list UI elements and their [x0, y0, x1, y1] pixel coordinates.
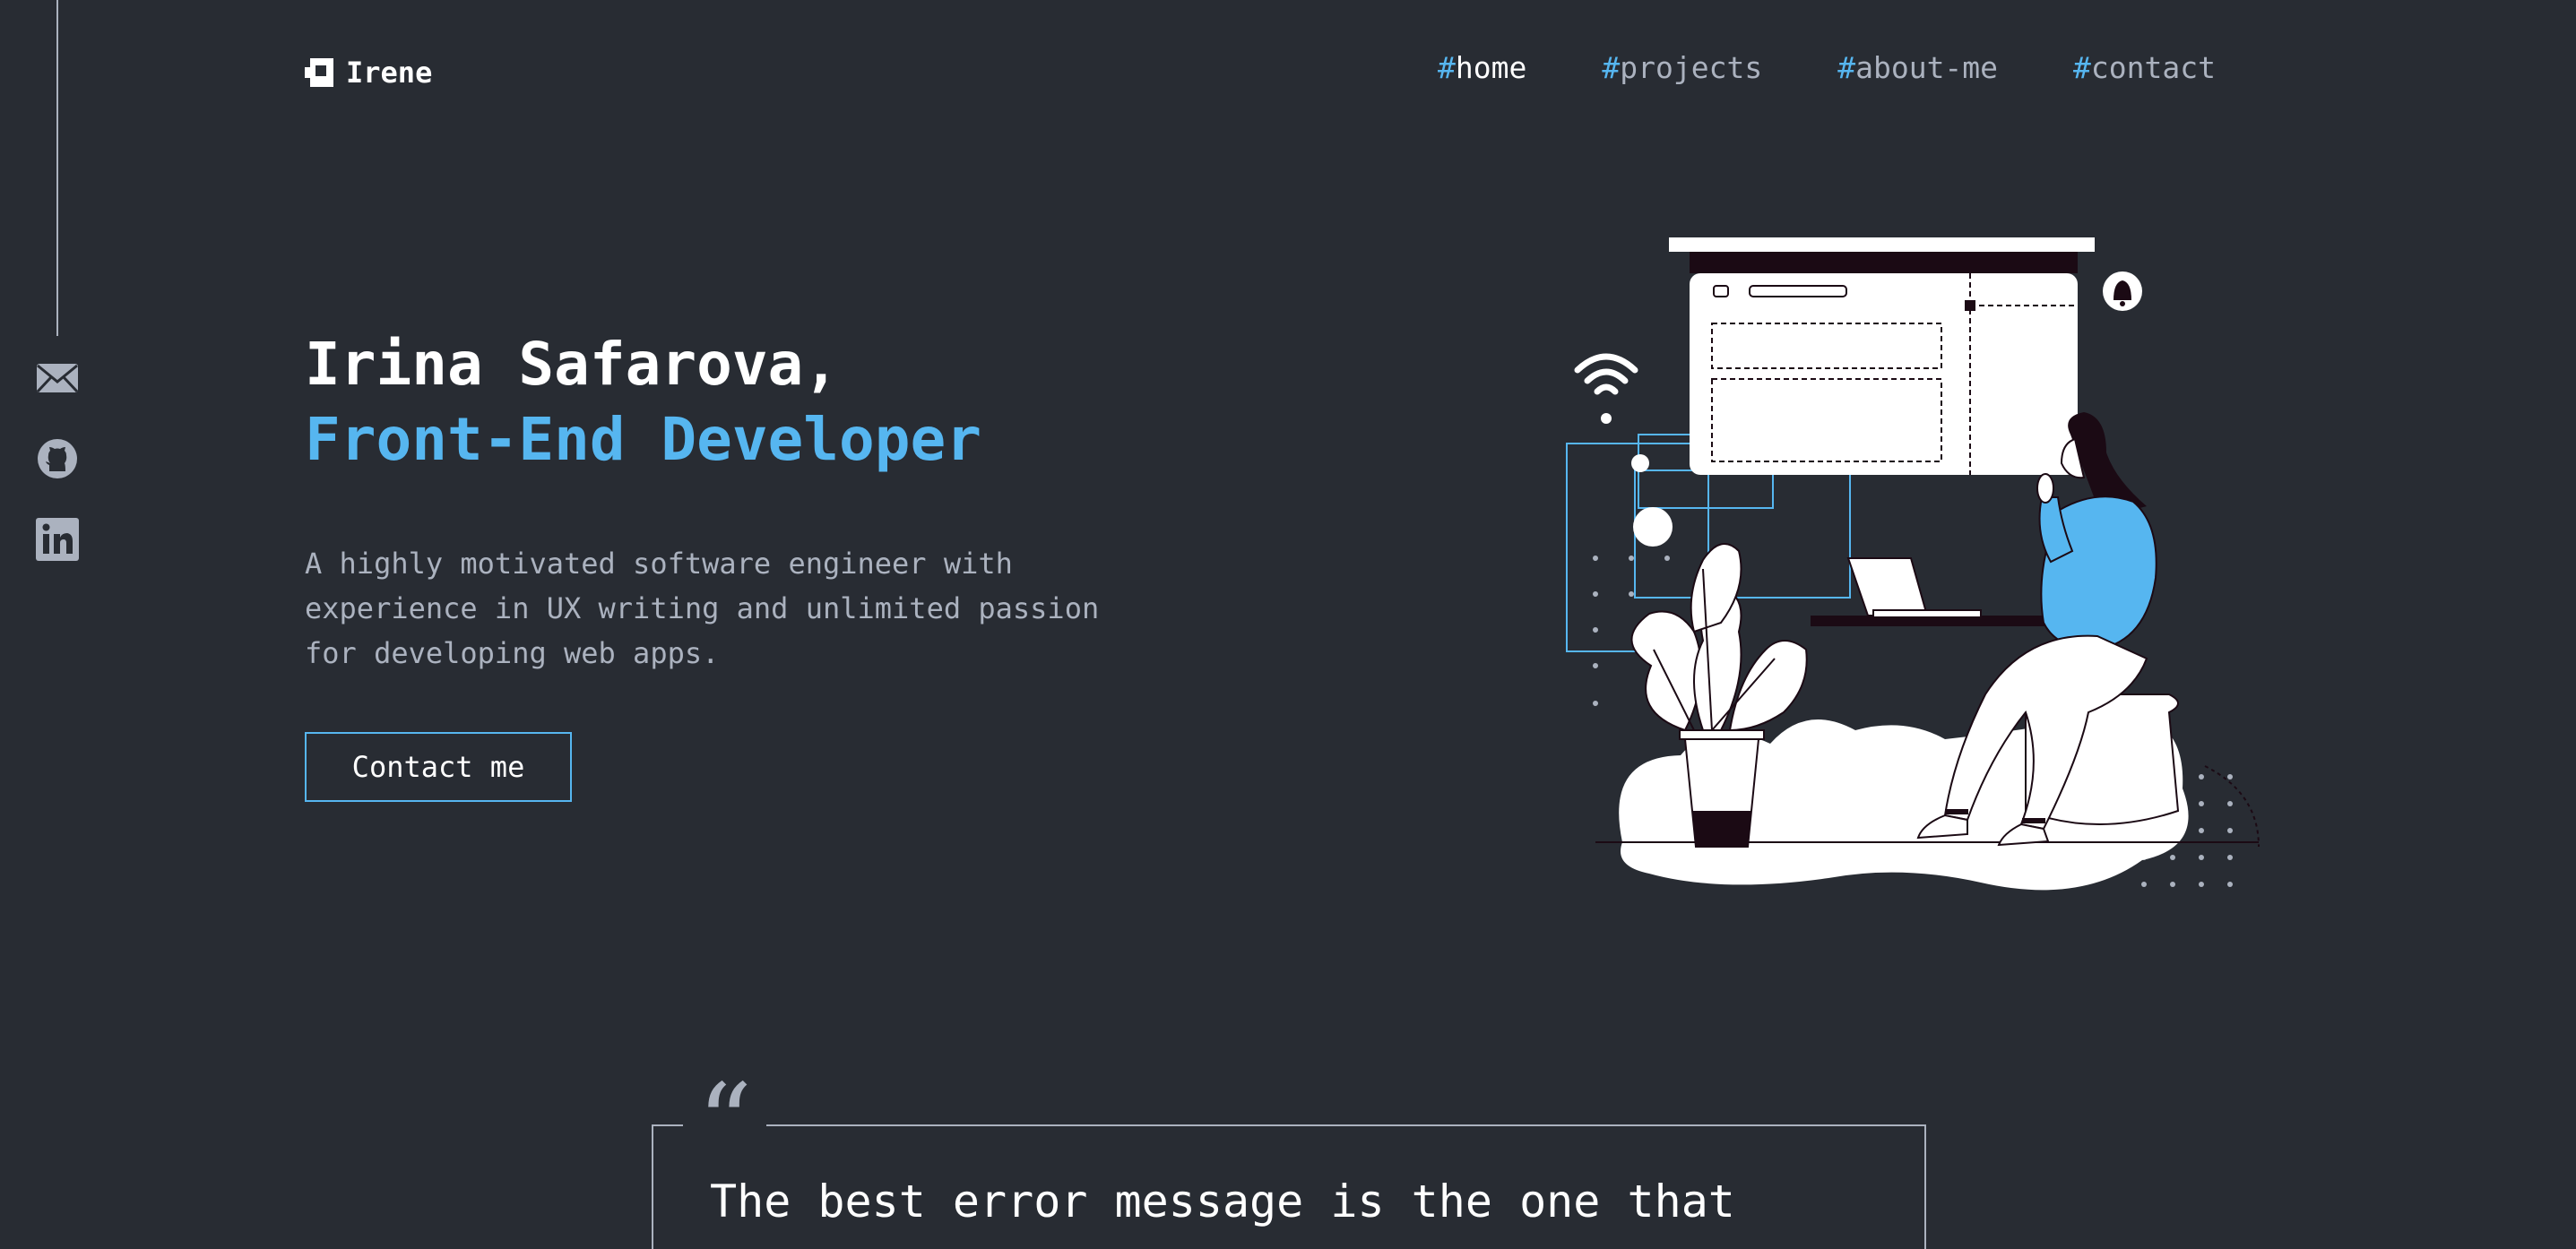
contact-me-button[interactable]: Contact me: [305, 732, 572, 802]
quote-text: The best error message is the one that: [710, 1176, 1735, 1227]
quote-mark-icon: “: [683, 1071, 767, 1178]
mail-link[interactable]: [32, 353, 82, 403]
nav-projects[interactable]: #projects: [1602, 50, 1762, 85]
nav-home[interactable]: #home: [1438, 50, 1526, 85]
logo[interactable]: Irene: [305, 56, 432, 90]
bell-icon: [2103, 271, 2142, 311]
nav-contact[interactable]: #contact: [2073, 50, 2216, 85]
github-link[interactable]: [32, 434, 82, 484]
page: Irene #home #projects #about-me #contact…: [0, 0, 2576, 1249]
hero-illustration: [1566, 237, 2260, 891]
hero-role: Front-End Developer: [305, 405, 981, 474]
mail-icon: [36, 364, 79, 393]
rail-line: [56, 0, 58, 336]
hero-description: A highly motivated software engineer wit…: [305, 547, 1100, 670]
github-icon: [38, 439, 77, 478]
linkedin-icon: [36, 518, 79, 561]
logo-text: Irene: [346, 56, 433, 90]
main-nav: #home #projects #about-me #contact: [1438, 50, 2216, 85]
wifi-icon: [1574, 353, 1638, 395]
linkedin-link[interactable]: [32, 514, 82, 564]
nav-about-me[interactable]: #about-me: [1837, 50, 1998, 85]
hero-name: Irina Safarova,: [305, 330, 840, 399]
logo-icon: [305, 58, 333, 87]
